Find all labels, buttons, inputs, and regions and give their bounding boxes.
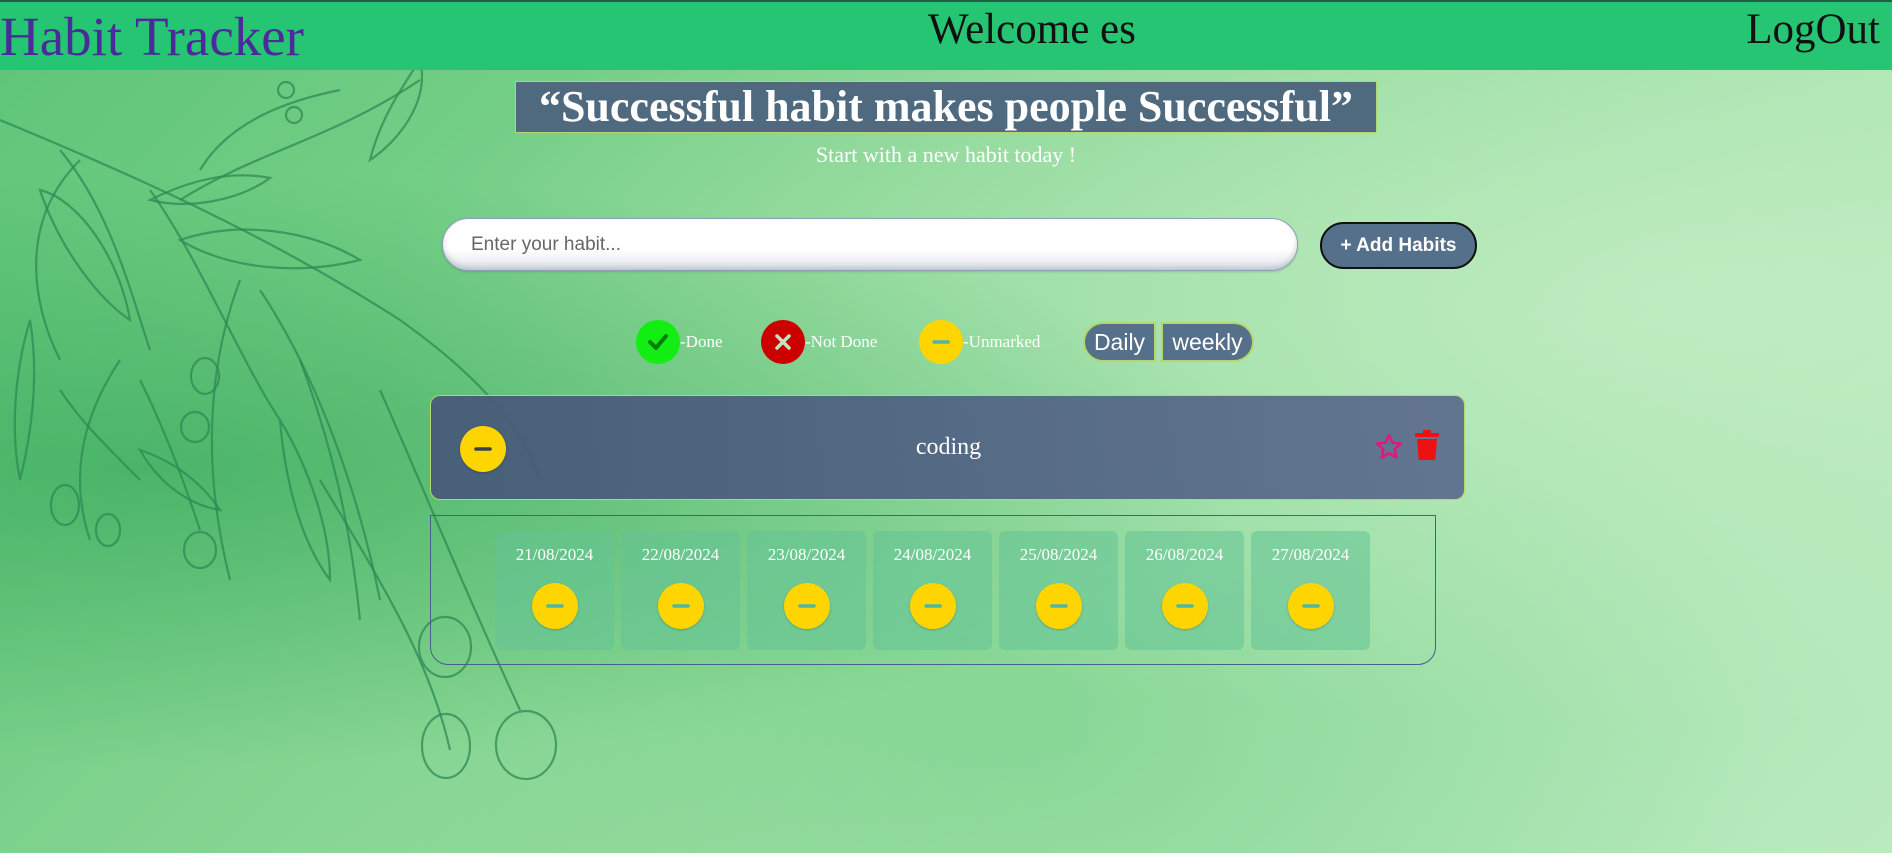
day-status-toggle[interactable] xyxy=(1036,583,1082,629)
day-cell: 21/08/2024 xyxy=(495,531,614,650)
day-status-toggle[interactable] xyxy=(910,583,956,629)
motivational-quote: “Successful habit makes people Successfu… xyxy=(515,81,1377,133)
day-status-toggle[interactable] xyxy=(784,583,830,629)
star-outline-icon[interactable] xyxy=(1374,432,1404,462)
minus-icon xyxy=(924,604,942,608)
legend-unmarked: -Unmarked xyxy=(919,320,1040,364)
trash-icon[interactable] xyxy=(1414,430,1440,460)
day-date: 23/08/2024 xyxy=(767,545,846,564)
minus-icon xyxy=(1302,604,1320,608)
day-status-toggle[interactable] xyxy=(658,583,704,629)
day-status-toggle[interactable] xyxy=(1162,583,1208,629)
check-icon xyxy=(636,320,680,364)
day-cell: 23/08/2024 xyxy=(747,531,866,650)
weekly-panel: 21/08/2024 22/08/2024 23/08/2024 24/08/2… xyxy=(430,515,1436,665)
minus-icon xyxy=(1050,604,1068,608)
welcome-message: Welcome es xyxy=(928,6,1136,53)
day-date: 26/08/2024 xyxy=(1145,545,1224,564)
day-status-toggle[interactable] xyxy=(532,583,578,629)
day-date: 21/08/2024 xyxy=(515,545,594,564)
legend-not-done: -Not Done xyxy=(761,320,877,364)
day-cell: 24/08/2024 xyxy=(873,531,992,650)
brand-title[interactable]: Habit Tracker xyxy=(0,6,304,68)
day-date: 24/08/2024 xyxy=(893,545,972,564)
top-navbar: Habit Tracker Welcome es LogOut xyxy=(0,0,1892,70)
day-date: 25/08/2024 xyxy=(1019,545,1098,564)
day-status-toggle[interactable] xyxy=(1288,583,1334,629)
minus-icon xyxy=(798,604,816,608)
habit-input[interactable] xyxy=(442,218,1298,271)
habit-card: coding xyxy=(430,395,1465,500)
minus-icon xyxy=(474,447,492,451)
minus-icon xyxy=(919,320,963,364)
logout-link[interactable]: LogOut xyxy=(1746,6,1880,54)
habit-status-toggle[interactable] xyxy=(460,426,506,472)
weekly-view-button[interactable]: weekly xyxy=(1161,322,1254,362)
minus-icon xyxy=(546,604,564,608)
habit-name: coding xyxy=(915,434,982,460)
legend-not-done-label: -Not Done xyxy=(805,332,878,351)
legend-done-label: -Done xyxy=(680,332,723,351)
legend-done: -Done xyxy=(636,320,722,364)
day-cell: 27/08/2024 xyxy=(1251,531,1370,650)
day-cell: 25/08/2024 xyxy=(999,531,1118,650)
daily-view-button[interactable]: Daily xyxy=(1083,322,1156,362)
minus-icon xyxy=(1176,604,1194,608)
x-icon xyxy=(761,320,805,364)
day-date: 27/08/2024 xyxy=(1271,545,1350,564)
legend-unmarked-label: -Unmarked xyxy=(963,332,1041,351)
add-habit-button[interactable]: + Add Habits xyxy=(1320,222,1477,269)
day-cell: 22/08/2024 xyxy=(621,531,740,650)
day-date: 22/08/2024 xyxy=(641,545,720,564)
minus-icon xyxy=(672,604,690,608)
day-cell: 26/08/2024 xyxy=(1125,531,1244,650)
hero-subtitle: Start with a new habit today ! xyxy=(815,142,1077,167)
